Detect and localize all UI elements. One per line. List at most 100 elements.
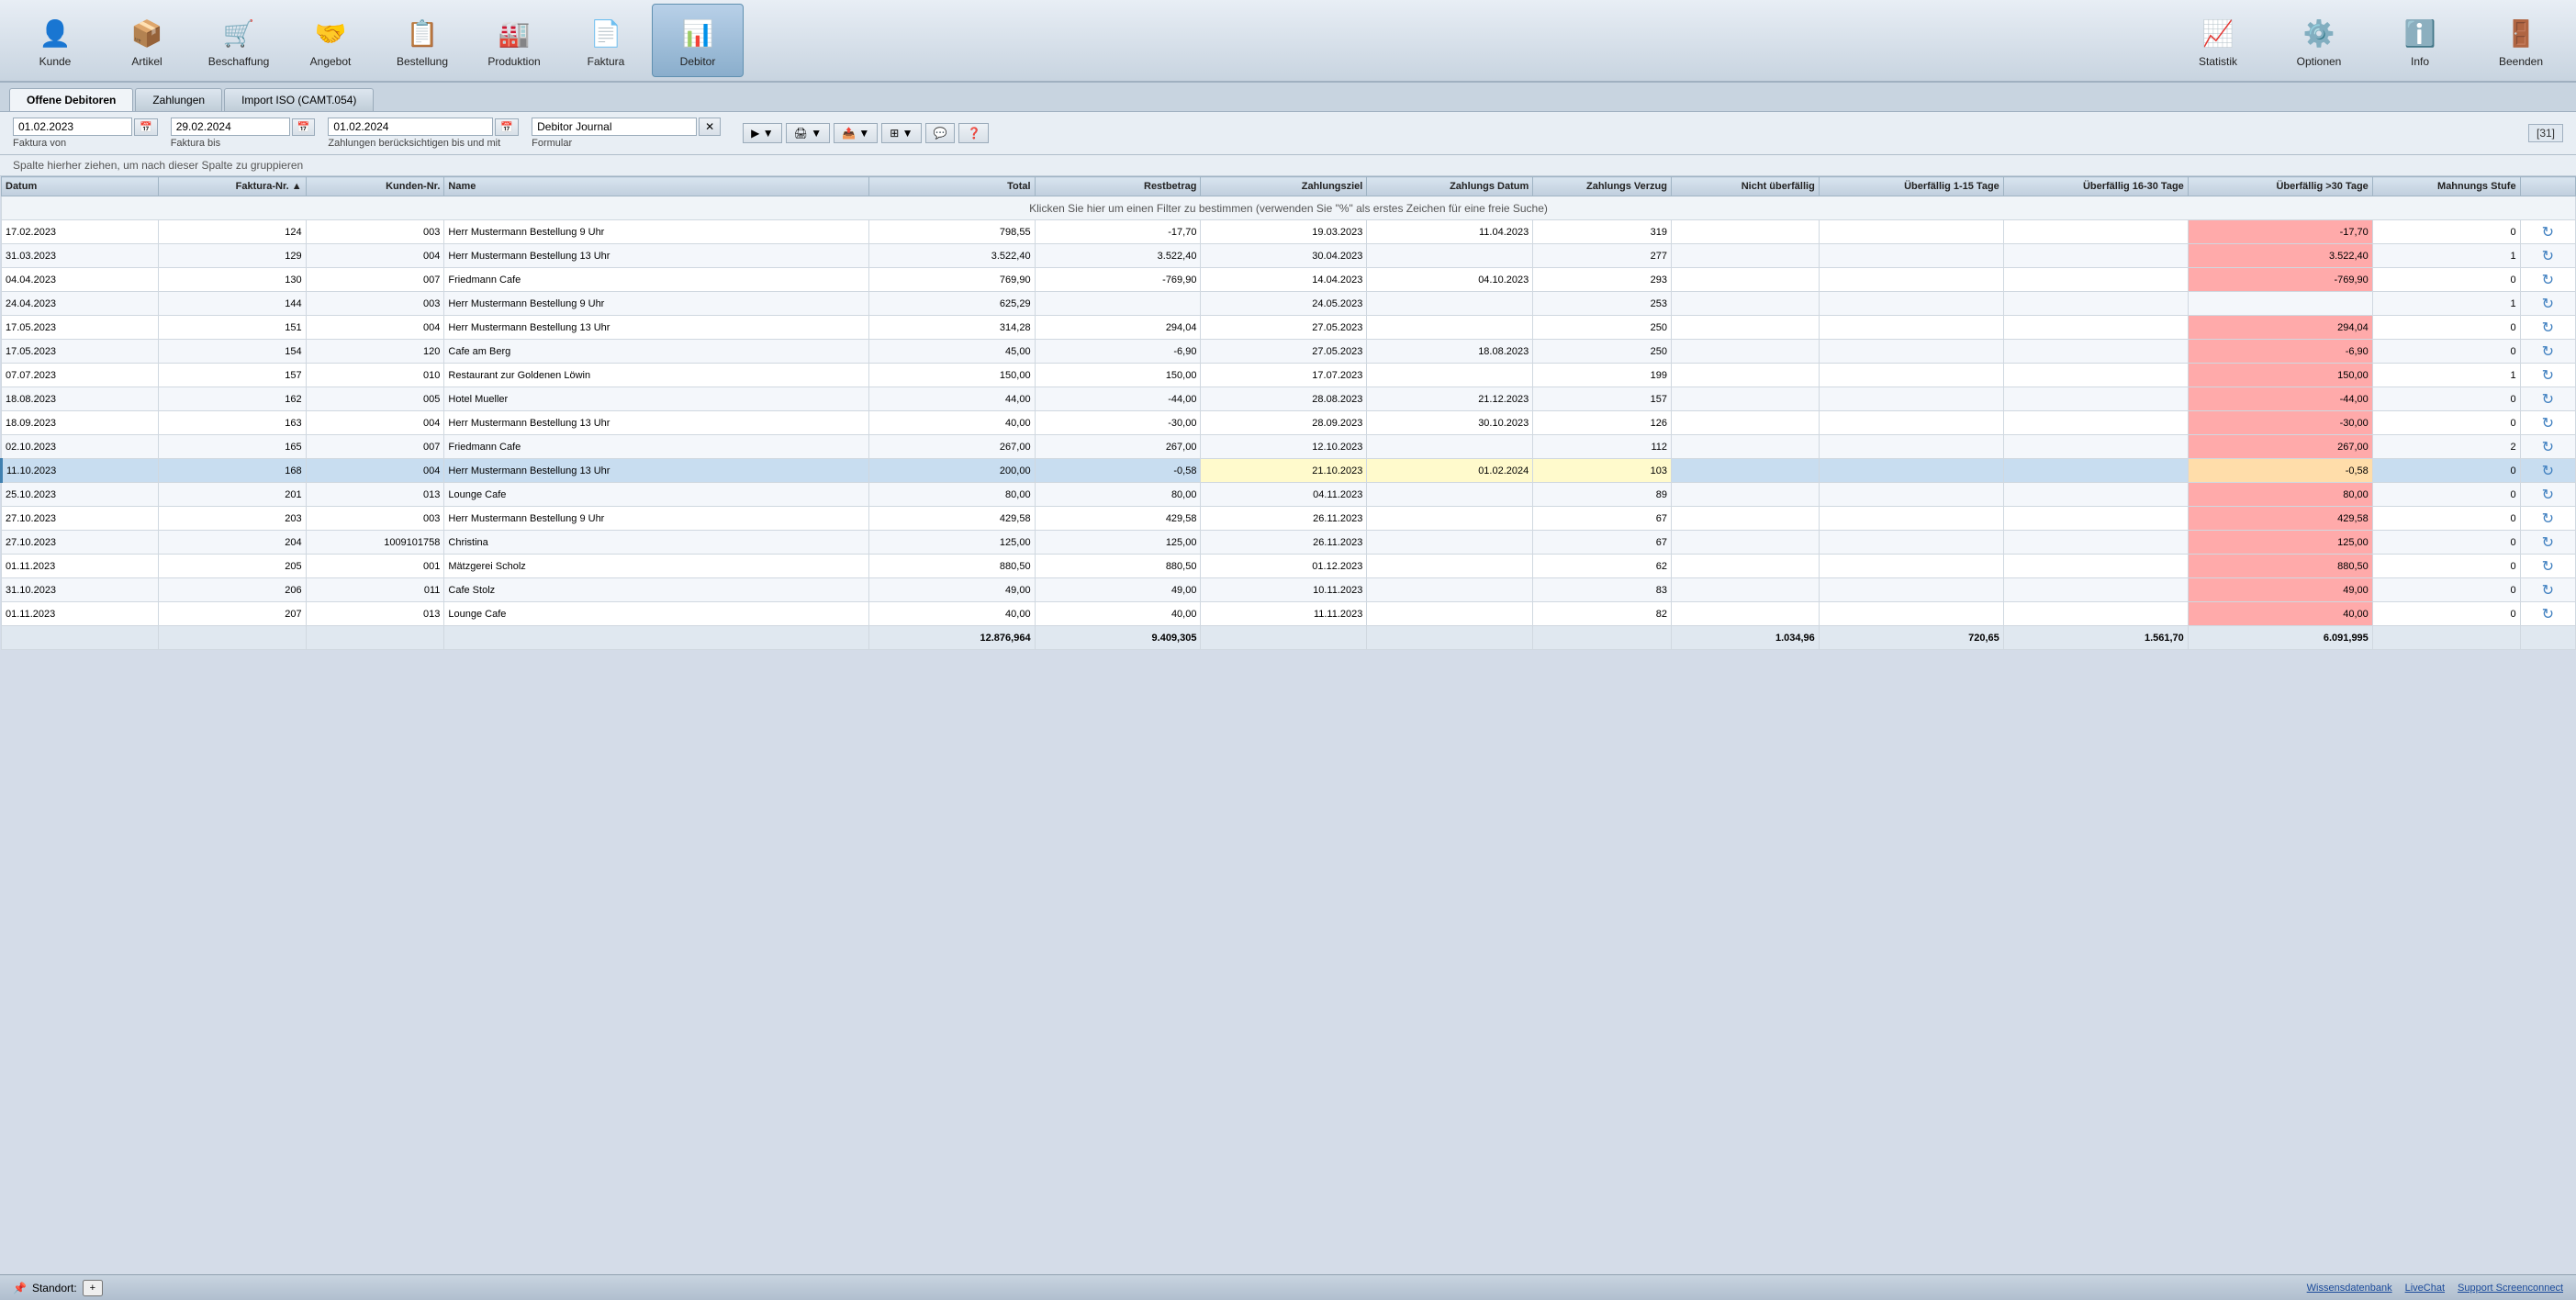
col-header-total[interactable]: Total bbox=[868, 177, 1035, 196]
toolbar-item-produktion[interactable]: 🏭 Produktion bbox=[468, 4, 560, 77]
col-header-kunden[interactable]: Kunden-Nr. bbox=[306, 177, 444, 196]
table-row[interactable]: 04.04.2023130007Friedmann Cafe769,90-769… bbox=[2, 268, 2576, 292]
group-hint: Spalte hierher ziehen, um nach dieser Sp… bbox=[0, 155, 2576, 176]
row-refresh-icon[interactable]: ↻ bbox=[2542, 297, 2554, 312]
status-bar: 📌 Standort: + Wissensdatenbank LiveChat … bbox=[0, 1274, 2576, 1300]
col-header-datum[interactable]: Datum bbox=[2, 177, 159, 196]
table-row[interactable]: 07.07.2023157010Restaurant zur Goldenen … bbox=[2, 364, 2576, 387]
row-refresh-icon[interactable]: ↻ bbox=[2542, 583, 2554, 599]
table-row[interactable]: 02.10.2023165007Friedmann Cafe267,00267,… bbox=[2, 435, 2576, 459]
tab-zahlungen[interactable]: Zahlungen bbox=[135, 88, 222, 111]
action-arrow-button[interactable]: ▶ ▼ bbox=[743, 123, 781, 143]
toolbar-item-faktura[interactable]: 📄 Faktura bbox=[560, 4, 652, 77]
optionen-label: Optionen bbox=[2297, 55, 2342, 68]
toolbar-item-beschaffung[interactable]: 🛒 Beschaffung bbox=[193, 4, 285, 77]
row-refresh-icon[interactable]: ↻ bbox=[2542, 416, 2554, 431]
col-header-name[interactable]: Name bbox=[444, 177, 868, 196]
table-row[interactable]: 17.05.2023154120Cafe am Berg45,00-6,9027… bbox=[2, 340, 2576, 364]
row-refresh-icon[interactable]: ↻ bbox=[2542, 249, 2554, 264]
table-row[interactable]: 31.03.2023129004Herr Mustermann Bestellu… bbox=[2, 244, 2576, 268]
faktura-von-group: 📅 Faktura von bbox=[13, 118, 158, 149]
row-refresh-icon[interactable]: ↻ bbox=[2542, 273, 2554, 288]
wissensdatenbank-link[interactable]: Wissensdatenbank bbox=[2307, 1283, 2392, 1294]
table-row[interactable]: 01.11.2023205001Mätzgerei Scholz880,5088… bbox=[2, 555, 2576, 578]
table-row[interactable]: 27.10.2023203003Herr Mustermann Bestellu… bbox=[2, 507, 2576, 531]
col-header-ueberfaellig-1-15[interactable]: Überfällig 1-15 Tage bbox=[1819, 177, 2003, 196]
artikel-icon: 📦 bbox=[127, 13, 167, 53]
tab-import-iso[interactable]: Import ISO (CAMT.054) bbox=[224, 88, 374, 111]
faktura-von-label: Faktura von bbox=[13, 138, 158, 149]
faktura-von-input[interactable] bbox=[13, 118, 132, 136]
zahlungen-bis-input[interactable] bbox=[328, 118, 493, 136]
table-row[interactable]: 31.10.2023206011Cafe Stolz49,0049,0010.1… bbox=[2, 578, 2576, 602]
toolbar-item-kunde[interactable]: 👤 Kunde bbox=[9, 4, 101, 77]
table-row[interactable]: 25.10.2023201013Lounge Cafe80,0080,0004.… bbox=[2, 483, 2576, 507]
col-header-zahlungs-datum[interactable]: Zahlungs Datum bbox=[1367, 177, 1533, 196]
table-row[interactable]: 17.02.2023124003Herr Mustermann Bestellu… bbox=[2, 220, 2576, 244]
row-refresh-icon[interactable]: ↻ bbox=[2542, 368, 2554, 384]
toolbar-item-statistik[interactable]: 📈 Statistik bbox=[2172, 4, 2264, 77]
col-header-ueberfaellig-16-30[interactable]: Überfällig 16-30 Tage bbox=[2003, 177, 2188, 196]
action-help-button[interactable]: ❓ bbox=[958, 123, 989, 143]
formular-clear-button[interactable]: ✕ bbox=[699, 118, 721, 136]
row-refresh-icon[interactable]: ↻ bbox=[2542, 320, 2554, 336]
formular-input[interactable] bbox=[532, 118, 697, 136]
formular-label: Formular bbox=[532, 138, 721, 149]
col-header-faktura[interactable]: Faktura-Nr. ▲ bbox=[158, 177, 306, 196]
produktion-icon: 🏭 bbox=[494, 13, 534, 53]
statistik-label: Statistik bbox=[2199, 55, 2237, 68]
table-row[interactable]: 24.04.2023144003Herr Mustermann Bestellu… bbox=[2, 292, 2576, 316]
row-refresh-icon[interactable]: ↻ bbox=[2542, 511, 2554, 527]
row-refresh-icon[interactable]: ↻ bbox=[2542, 559, 2554, 575]
faktura-bis-group: 📅 Faktura bis bbox=[171, 118, 316, 149]
row-refresh-icon[interactable]: ↻ bbox=[2542, 464, 2554, 479]
row-refresh-icon[interactable]: ↻ bbox=[2542, 225, 2554, 241]
row-refresh-icon[interactable]: ↻ bbox=[2542, 488, 2554, 503]
table-row[interactable]: 18.09.2023163004Herr Mustermann Bestellu… bbox=[2, 411, 2576, 435]
toolbar-item-info[interactable]: ℹ️ Info bbox=[2374, 4, 2466, 77]
col-header-mahnung[interactable]: Mahnungs Stufe bbox=[2372, 177, 2520, 196]
faktura-bis-input[interactable] bbox=[171, 118, 290, 136]
artikel-label: Artikel bbox=[131, 55, 162, 68]
toolbar-item-beenden[interactable]: 🚪 Beenden bbox=[2475, 4, 2567, 77]
action-table-button[interactable]: ⊞ ▼ bbox=[881, 123, 921, 143]
table-row[interactable]: 01.11.2023207013Lounge Cafe40,0040,0011.… bbox=[2, 602, 2576, 626]
toolbar-item-angebot[interactable]: 🤝 Angebot bbox=[285, 4, 376, 77]
col-header-zahlungsziel[interactable]: Zahlungsziel bbox=[1201, 177, 1367, 196]
table-row[interactable]: 18.08.2023162005Hotel Mueller44,00-44,00… bbox=[2, 387, 2576, 411]
row-refresh-icon[interactable]: ↻ bbox=[2542, 392, 2554, 408]
col-header-zahlungs-verzug[interactable]: Zahlungs Verzug bbox=[1533, 177, 1672, 196]
action-print-button[interactable]: 🖨 ▼ bbox=[786, 123, 830, 143]
row-refresh-icon[interactable]: ↻ bbox=[2542, 535, 2554, 551]
row-refresh-icon[interactable]: ↻ bbox=[2542, 607, 2554, 622]
support-screenconnect-link[interactable]: Support Screenconnect bbox=[2458, 1283, 2563, 1294]
col-header-nicht-ueberfaellig[interactable]: Nicht überfällig bbox=[1672, 177, 1820, 196]
toolbar-item-bestellung[interactable]: 📋 Bestellung bbox=[376, 4, 468, 77]
table-row[interactable]: 27.10.20232041009101758Christina125,0012… bbox=[2, 531, 2576, 555]
main-table-area[interactable]: Datum Faktura-Nr. ▲ Kunden-Nr. Name Tota… bbox=[0, 176, 2576, 801]
beschaffung-icon: 🛒 bbox=[218, 13, 259, 53]
toolbar-item-debitor[interactable]: 📊 Debitor bbox=[652, 4, 744, 77]
standort-icon: 📌 bbox=[13, 1282, 27, 1294]
info-icon: ℹ️ bbox=[2400, 13, 2440, 53]
livechat-link[interactable]: LiveChat bbox=[2405, 1283, 2445, 1294]
produktion-label: Produktion bbox=[487, 55, 540, 68]
row-refresh-icon[interactable]: ↻ bbox=[2542, 440, 2554, 455]
zahlungen-bis-calendar-button[interactable]: 📅 bbox=[495, 118, 519, 136]
table-row[interactable]: 17.05.2023151004Herr Mustermann Bestellu… bbox=[2, 316, 2576, 340]
action-export-button[interactable]: 📤 ▼ bbox=[834, 123, 878, 143]
faktura-bis-label: Faktura bis bbox=[171, 138, 316, 149]
tab-offene-debitoren[interactable]: Offene Debitoren bbox=[9, 88, 133, 111]
col-header-restbetrag[interactable]: Restbetrag bbox=[1035, 177, 1201, 196]
filter-hint[interactable]: Klicken Sie hier um einen Filter zu best… bbox=[2, 196, 2576, 220]
col-header-ueberfaellig-30[interactable]: Überfällig >30 Tage bbox=[2188, 177, 2372, 196]
kunde-label: Kunde bbox=[39, 55, 72, 68]
toolbar-item-optionen[interactable]: ⚙️ Optionen bbox=[2273, 4, 2365, 77]
faktura-von-calendar-button[interactable]: 📅 bbox=[134, 118, 158, 136]
row-refresh-icon[interactable]: ↻ bbox=[2542, 344, 2554, 360]
standort-button[interactable]: + bbox=[83, 1280, 103, 1296]
faktura-bis-calendar-button[interactable]: 📅 bbox=[292, 118, 316, 136]
action-chat-button[interactable]: 💬 bbox=[925, 123, 956, 143]
toolbar-item-artikel[interactable]: 📦 Artikel bbox=[101, 4, 193, 77]
table-row[interactable]: 11.10.2023168004Herr Mustermann Bestellu… bbox=[2, 459, 2576, 483]
